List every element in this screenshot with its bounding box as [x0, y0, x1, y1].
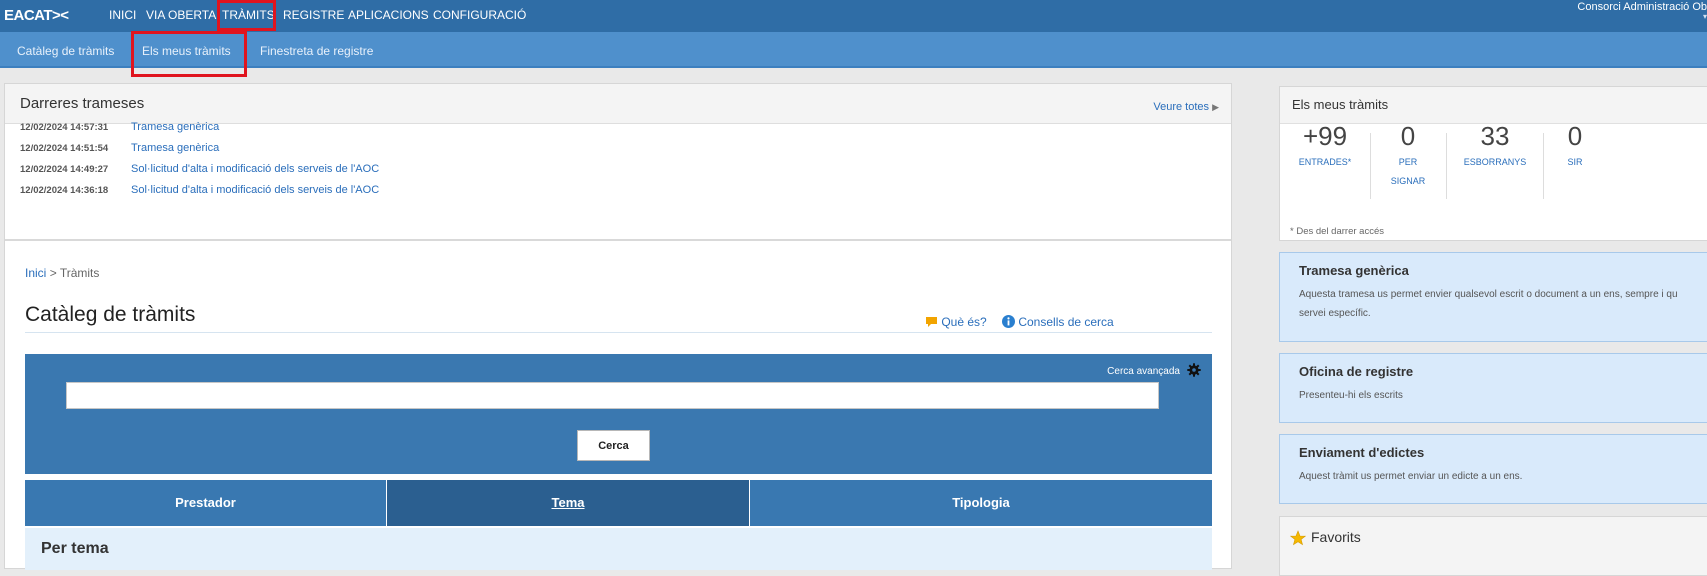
search-tips-label[interactable]: Consells de cerca: [1018, 315, 1113, 329]
recent-date: 12/02/2024 14:49:27: [20, 164, 109, 175]
recent-date: 12/02/2024 14:51:54: [20, 143, 109, 154]
eacat-logo[interactable]: EACAT><: [4, 7, 69, 24]
recent-submissions-title: Darreres trameses: [20, 95, 145, 112]
stat-divider: [1370, 133, 1371, 199]
see-all-label[interactable]: Veure totes: [1153, 101, 1209, 113]
stat-entrades-label[interactable]: ENTRADES*: [1288, 153, 1362, 172]
recent-submissions-header: Darreres trameses Veure totes ▶: [5, 84, 1231, 124]
recent-link[interactable]: Tramesa genèrica: [131, 121, 219, 133]
breadcrumb-current: Tràmits: [59, 266, 100, 280]
info-icon: [1002, 315, 1015, 328]
page-title: Catàleg de tràmits: [25, 303, 196, 326]
tab-tipologia[interactable]: Tipologia: [750, 480, 1212, 526]
user-menu-chevron-icon[interactable]: ▾: [1703, 12, 1707, 21]
stat-esborranys-label[interactable]: ESBORRANYS: [1455, 153, 1535, 172]
triangle-right-icon: ▶: [1212, 102, 1219, 112]
card-title[interactable]: Oficina de registre: [1299, 364, 1413, 379]
recent-link[interactable]: Sol·licitud d'alta i modificació dels se…: [131, 184, 379, 196]
recent-link[interactable]: Tramesa genèrica: [131, 142, 219, 154]
subnav-finestreta[interactable]: Finestreta de registre: [260, 44, 373, 58]
stat-sir-label[interactable]: SIR: [1550, 153, 1600, 172]
recent-row: 12/02/2024 14:36:18 Sol·licitud d'alta i …: [20, 184, 379, 196]
card-description: Aquesta tramesa us permet envier qualsev…: [1299, 285, 1699, 323]
card-tramesa-generica[interactable]: Tramesa genèrica Aquesta tramesa us perm…: [1279, 252, 1707, 342]
sub-navigation-bar: Catàleg de tràmits Els meus tràmits Fine…: [0, 32, 1707, 68]
advanced-search-link[interactable]: Cerca avançada: [1107, 366, 1180, 377]
filter-tabs: Prestador Tema Tipologia: [25, 480, 1212, 526]
highlight-box-tramits: [217, 0, 276, 31]
stat-per-signar-value[interactable]: 0: [1378, 121, 1438, 152]
my-procedures-header: Els meus tràmits: [1280, 87, 1707, 124]
recent-date: 12/02/2024 14:36:18: [20, 185, 109, 196]
what-is-link[interactable]: Què és?: [925, 315, 987, 329]
search-button[interactable]: Cerca: [577, 430, 650, 461]
card-title[interactable]: Tramesa genèrica: [1299, 263, 1409, 278]
card-description: Presenteu-hi els escrits: [1299, 390, 1403, 401]
subnav-cataleg[interactable]: Catàleg de tràmits: [17, 44, 114, 58]
section-divider: [5, 239, 1231, 241]
recent-date: 12/02/2024 14:57:31: [20, 122, 109, 133]
gear-icon[interactable]: [1187, 363, 1201, 377]
search-tips-link[interactable]: Consells de cerca: [1002, 315, 1114, 329]
search-panel: Cerca avançada Cerca: [25, 354, 1212, 474]
nav-item-via-oberta[interactable]: VIA OBERTA: [146, 8, 216, 22]
breadcrumb-home[interactable]: Inici: [25, 266, 46, 280]
card-title[interactable]: Enviament d'edictes: [1299, 445, 1424, 460]
star-icon: [1290, 530, 1306, 546]
organization-name[interactable]: Consorci Administració Ob: [1577, 1, 1707, 13]
see-all-link[interactable]: Veure totes ▶: [1153, 101, 1219, 113]
card-description-line: servei específic.: [1299, 308, 1371, 319]
card-description-line: Aquesta tramesa us permet envier qualsev…: [1299, 289, 1678, 300]
card-enviament-edictes[interactable]: Enviament d'edictes Aquest tràmit us per…: [1279, 434, 1707, 504]
speech-bubble-icon: [926, 317, 937, 327]
card-description: Aquest tràmit us permet enviar un edicte…: [1299, 471, 1523, 482]
favorites-panel: Favorits: [1279, 516, 1707, 576]
per-tema-title: Per tema: [41, 540, 109, 557]
recent-row: 12/02/2024 14:51:54 Tramesa genèrica: [20, 142, 219, 154]
nav-item-configuracio[interactable]: CONFIGURACIÓ: [433, 8, 526, 22]
my-procedures-title: Els meus tràmits: [1292, 97, 1389, 112]
breadcrumb: Inici > Tràmits: [25, 266, 99, 280]
what-is-label[interactable]: Què és?: [941, 315, 986, 329]
nav-item-registre[interactable]: REGISTRE: [283, 8, 344, 22]
title-underline: [25, 332, 1212, 333]
my-procedures-footnote: * Des del darrer accés: [1290, 226, 1384, 237]
recent-row: 12/02/2024 14:49:27 Sol·licitud d'alta i …: [20, 163, 379, 175]
search-input[interactable]: [66, 382, 1159, 409]
nav-item-aplicacions[interactable]: APLICACIONS: [348, 8, 429, 22]
per-tema-section: Per tema: [25, 528, 1212, 570]
tab-prestador[interactable]: Prestador: [25, 480, 386, 526]
stat-esborranys-value[interactable]: 33: [1455, 121, 1535, 152]
nav-item-inici[interactable]: INICI: [109, 8, 136, 22]
stat-per-signar-label-2[interactable]: SIGNAR: [1378, 172, 1438, 191]
recent-link[interactable]: Sol·licitud d'alta i modificació dels se…: [131, 163, 379, 175]
main-content: Darreres trameses Veure totes ▶ 12/02/20…: [4, 83, 1232, 570]
stat-per-signar-label-1[interactable]: PER: [1378, 153, 1438, 172]
card-oficina-de-registre[interactable]: Oficina de registre Presenteu-hi els esc…: [1279, 353, 1707, 423]
my-procedures-panel: Els meus tràmits +99 ENTRADES* 0 PER SIG…: [1279, 86, 1707, 241]
stat-sir-value[interactable]: 0: [1550, 121, 1600, 152]
highlight-box-els-meus-tramits: [131, 31, 247, 77]
stat-divider: [1446, 133, 1447, 199]
favorites-title: Favorits: [1311, 529, 1361, 545]
stat-entrades-value[interactable]: +99: [1288, 121, 1362, 152]
tab-tema[interactable]: Tema: [387, 480, 749, 526]
stat-divider: [1543, 133, 1544, 199]
recent-row: 12/02/2024 14:57:31 Tramesa genèrica: [20, 121, 219, 133]
breadcrumb-separator: >: [49, 266, 57, 280]
